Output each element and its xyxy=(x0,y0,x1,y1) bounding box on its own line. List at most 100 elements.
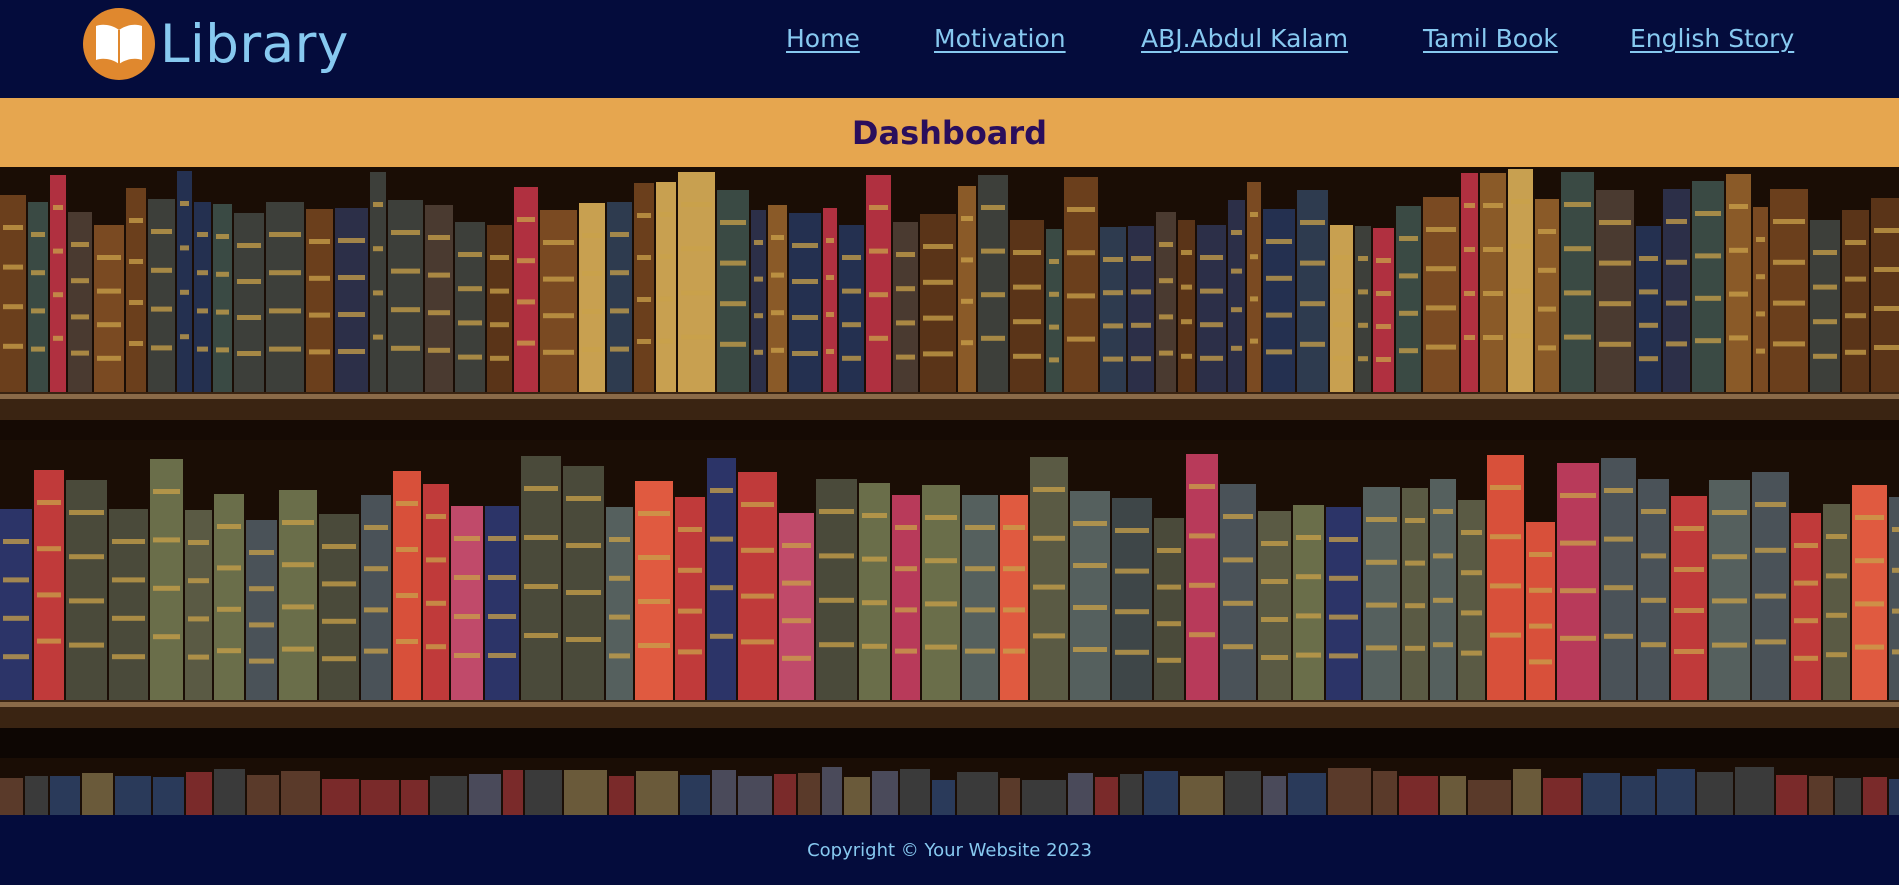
book-spine xyxy=(306,209,333,393)
book-gilt-band xyxy=(1103,323,1123,329)
book-spine xyxy=(1010,220,1044,393)
book-spine xyxy=(1697,772,1733,815)
book-spine xyxy=(1186,454,1218,701)
book-gilt-band xyxy=(396,639,418,644)
book-gilt-band xyxy=(458,252,482,257)
book-gilt-band xyxy=(322,618,356,624)
book-gilt-band xyxy=(1461,650,1482,656)
book-gilt-band xyxy=(566,543,601,548)
book-gilt-band xyxy=(1033,584,1065,590)
book-gilt-band xyxy=(1712,510,1747,515)
book-gilt-band xyxy=(896,286,915,292)
book-spine xyxy=(213,204,232,393)
book-gilt-band xyxy=(925,558,957,564)
book-gilt-band xyxy=(678,608,702,614)
book-gilt-band xyxy=(1200,255,1223,260)
book-gilt-band xyxy=(1511,288,1530,294)
book-gilt-band xyxy=(965,566,995,572)
book-gilt-band xyxy=(3,225,23,230)
book-gilt-band xyxy=(1159,314,1173,320)
book-gilt-band xyxy=(1755,502,1786,507)
book-spine xyxy=(1601,458,1636,701)
book-gilt-band xyxy=(1296,574,1321,580)
nav-link-english-story[interactable]: English Story xyxy=(1630,24,1794,53)
book-gilt-band xyxy=(826,275,834,280)
book-gilt-band xyxy=(1511,199,1530,204)
book-spine xyxy=(1293,505,1324,701)
book-gilt-band xyxy=(3,343,23,349)
book-gilt-band xyxy=(1250,338,1258,344)
book-spine xyxy=(712,770,736,815)
book-gilt-band xyxy=(659,254,673,260)
book-gilt-band xyxy=(71,350,89,356)
book-gilt-band xyxy=(1874,267,1899,272)
book-gilt-band xyxy=(1755,593,1786,599)
book-gilt-band xyxy=(1189,582,1215,588)
nav-link-abdul-kalam[interactable]: ABJ.Abdul Kalam xyxy=(1141,24,1348,53)
book-gilt-band xyxy=(1157,657,1181,663)
book-spine xyxy=(281,771,320,815)
book-gilt-band xyxy=(819,553,854,559)
book-gilt-band xyxy=(249,622,274,628)
book-gilt-band xyxy=(1329,537,1358,542)
book-gilt-band xyxy=(710,585,733,591)
book-gilt-band xyxy=(1538,229,1556,234)
book-gilt-band xyxy=(543,240,574,245)
book-gilt-band xyxy=(1666,219,1687,224)
nav-link-home[interactable]: Home xyxy=(786,24,860,53)
book-gilt-band xyxy=(1674,649,1704,654)
book-spine xyxy=(1526,522,1555,701)
book-gilt-band xyxy=(249,586,274,592)
book-gilt-band xyxy=(1756,237,1765,242)
book-gilt-band xyxy=(309,349,330,355)
book-gilt-band xyxy=(1073,563,1107,568)
book-spine xyxy=(1373,228,1394,393)
book-gilt-band xyxy=(53,205,63,210)
book-spine xyxy=(401,780,428,815)
book-spine xyxy=(266,202,304,393)
book-gilt-band xyxy=(1564,290,1591,296)
book-spine xyxy=(50,776,80,815)
book-gilt-band xyxy=(1794,618,1818,624)
book-gilt-band xyxy=(1223,644,1253,650)
book-gilt-band xyxy=(1426,305,1456,311)
book-gilt-band xyxy=(338,238,365,243)
book-gilt-band xyxy=(543,313,574,319)
book-gilt-band xyxy=(1490,632,1521,638)
book-gilt-band xyxy=(309,312,330,318)
book-spine xyxy=(322,779,359,815)
book-spine xyxy=(844,777,870,815)
book-gilt-band xyxy=(1564,334,1591,340)
book-gilt-band xyxy=(71,242,89,247)
book-gilt-band xyxy=(638,599,670,604)
nav-link-tamil-book[interactable]: Tamil Book xyxy=(1423,24,1558,53)
book-gilt-band xyxy=(322,656,356,662)
book-spine xyxy=(1144,771,1178,815)
book-gilt-band xyxy=(1826,652,1847,658)
book-gilt-band xyxy=(1200,288,1223,294)
book-gilt-band xyxy=(153,634,180,640)
book-gilt-band xyxy=(1405,560,1425,566)
book-gilt-band xyxy=(1358,356,1368,362)
book-gilt-band xyxy=(153,489,180,494)
book-gilt-band xyxy=(792,315,818,320)
book-gilt-band xyxy=(1826,573,1847,579)
book-gilt-band xyxy=(1892,649,1899,655)
book-gilt-band xyxy=(282,520,314,525)
book-gilt-band xyxy=(69,554,104,560)
book-gilt-band xyxy=(1223,600,1253,606)
book-gilt-band xyxy=(609,575,630,581)
book-gilt-band xyxy=(1103,257,1123,262)
book-gilt-band xyxy=(1266,349,1292,355)
book-gilt-band xyxy=(1813,284,1837,290)
book-gilt-band xyxy=(1200,322,1223,328)
book-gilt-band xyxy=(1049,357,1059,363)
book-gilt-band xyxy=(819,642,854,648)
book-gilt-band xyxy=(1674,526,1704,531)
book-spine xyxy=(0,778,23,815)
book-spine xyxy=(485,506,519,701)
nav-link-motivation[interactable]: Motivation xyxy=(934,24,1066,53)
book-gilt-band xyxy=(37,546,61,552)
book-gilt-band xyxy=(1366,602,1397,608)
book-spine xyxy=(1156,212,1176,393)
